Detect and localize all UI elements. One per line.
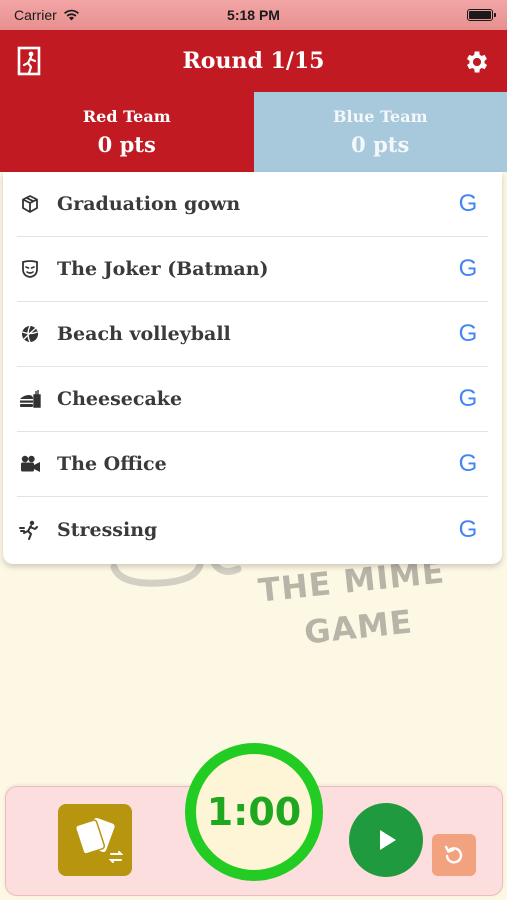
word-row: Stressing G <box>17 497 488 562</box>
team-scores: Red Team 0 pts Blue Team 0 pts <box>0 92 507 172</box>
reset-icon <box>444 845 463 864</box>
google-search-icon[interactable]: G <box>456 255 480 283</box>
exit-door-icon[interactable] <box>16 46 44 76</box>
food-icon <box>19 388 41 410</box>
wifi-icon <box>63 9 79 21</box>
cards-icon <box>74 817 124 863</box>
team-name: Blue Team <box>332 107 428 126</box>
word-row: Graduation gown G <box>17 172 488 237</box>
running-person-icon <box>19 519 41 541</box>
battery-icon <box>467 9 496 21</box>
word-text: Stressing <box>57 518 158 541</box>
team-name: Red Team <box>82 107 171 126</box>
word-row: Beach volleyball G <box>17 302 488 367</box>
word-row: Cheesecake G <box>17 367 488 432</box>
word-row: The Joker (Batman) G <box>17 237 488 302</box>
word-row: The Office G <box>17 432 488 497</box>
carrier-label: Carrier <box>14 7 57 23</box>
clock: 5:18 PM <box>227 7 280 23</box>
google-search-icon[interactable]: G <box>456 516 480 544</box>
google-search-icon[interactable]: G <box>456 450 480 478</box>
word-text: The Joker (Batman) <box>57 258 269 280</box>
mask-icon <box>19 258 41 280</box>
reset-button[interactable] <box>432 834 476 876</box>
play-button[interactable] <box>349 803 423 877</box>
word-card: Graduation gown G The Joker (Batman) G B… <box>3 172 502 564</box>
team-blue-panel: Blue Team 0 pts <box>253 92 507 172</box>
word-text: The Office <box>57 453 167 475</box>
team-score: 0 pts <box>351 132 410 157</box>
google-search-icon[interactable]: G <box>456 190 480 218</box>
carrier-status: Carrier <box>14 7 80 23</box>
google-search-icon[interactable]: G <box>456 385 480 413</box>
word-text: Cheesecake <box>57 388 183 410</box>
team-red-panel: Red Team 0 pts <box>0 92 254 172</box>
word-text: Graduation gown <box>57 193 241 215</box>
round-header: Round 1/15 <box>0 30 507 92</box>
status-bar: Carrier 5:18 PM <box>0 0 507 30</box>
switch-cards-button[interactable] <box>58 804 132 876</box>
google-search-icon[interactable]: G <box>456 320 480 348</box>
timer-value: 1:00 <box>206 790 302 834</box>
gear-icon[interactable] <box>463 48 491 76</box>
word-text: Beach volleyball <box>57 323 231 345</box>
video-camera-icon <box>19 453 41 475</box>
box-icon <box>19 193 41 215</box>
ball-icon <box>19 323 41 345</box>
round-title: Round 1/15 <box>182 48 325 74</box>
play-icon <box>380 830 396 850</box>
team-score: 0 pts <box>97 132 156 157</box>
countdown-timer: 1:00 <box>185 743 323 881</box>
